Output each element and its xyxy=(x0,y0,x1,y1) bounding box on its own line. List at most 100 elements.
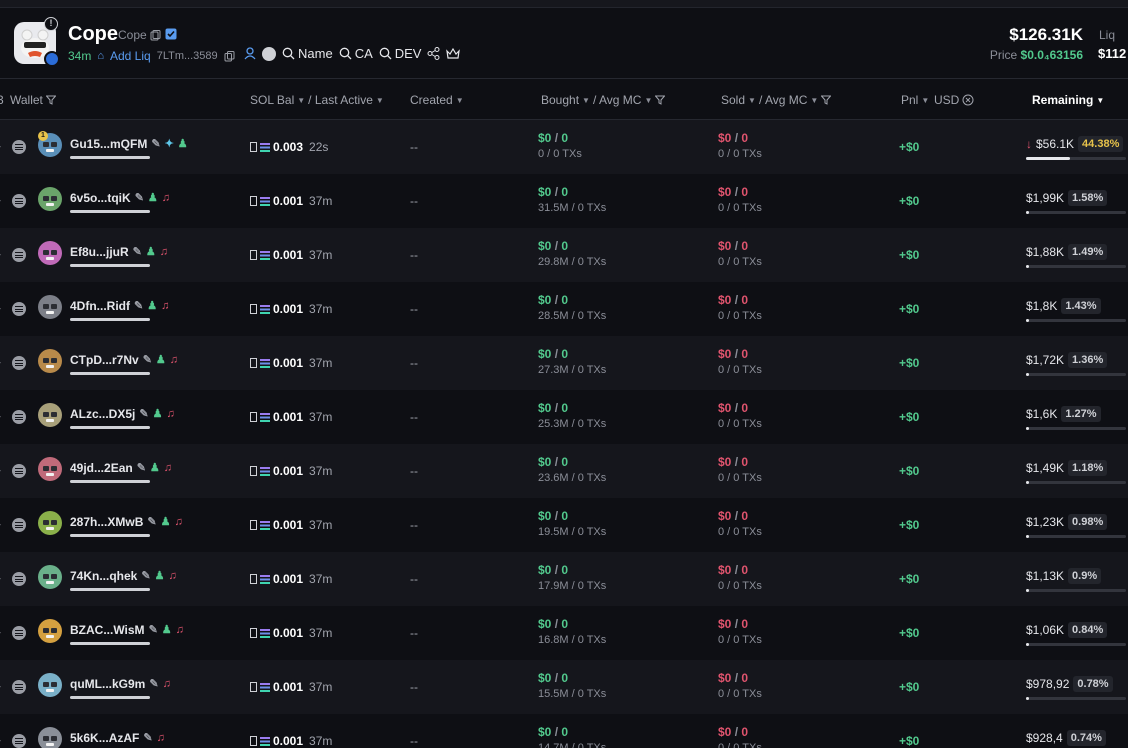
col-sol-bal[interactable]: SOL Bal ▼ / Last Active ▼ xyxy=(250,93,384,107)
wallet-cell[interactable]: quML...kG9m ✎ ♫ xyxy=(70,677,171,691)
wallet-cell[interactable]: 6v5o...tqiK ✎ ♟ ♫ xyxy=(70,191,170,205)
expand-icon[interactable]: › xyxy=(0,571,1,585)
user-add-icon[interactable]: ♟ xyxy=(153,408,163,420)
edit-icon[interactable]: ✎ xyxy=(149,624,158,636)
search-dev-button[interactable]: DEV xyxy=(379,46,421,61)
user-add-icon[interactable]: ♟ xyxy=(150,462,160,474)
wallet-cell[interactable]: 4Dfn...Ridf ✎ ♟ ♫ xyxy=(70,299,169,313)
edit-icon[interactable]: ✎ xyxy=(135,192,144,204)
expand-icon[interactable]: › xyxy=(0,733,1,747)
share-icon[interactable] xyxy=(427,47,440,60)
col-avg-mc-label[interactable]: / Avg MC xyxy=(759,93,807,107)
user-add-icon[interactable]: ♟ xyxy=(155,570,165,582)
wallet-address[interactable]: ALzc...DX5j xyxy=(70,407,135,421)
edit-icon[interactable]: ✎ xyxy=(149,678,158,690)
wallet-address[interactable]: quML...kG9m xyxy=(70,677,145,691)
expand-icon[interactable]: › xyxy=(0,301,1,315)
avatar[interactable] xyxy=(38,511,62,535)
warning-icon[interactable]: ! xyxy=(44,17,58,31)
avatar[interactable] xyxy=(38,619,62,643)
platform-icon[interactable] xyxy=(262,46,276,61)
avatar[interactable] xyxy=(38,673,62,697)
col-avg-mc-label[interactable]: / Avg MC xyxy=(593,93,641,107)
expand-icon[interactable]: › xyxy=(0,355,1,369)
wallet-address[interactable]: 49jd...2Ean xyxy=(70,461,133,475)
copy-address-icon[interactable] xyxy=(224,50,235,62)
menu-icon[interactable] xyxy=(12,410,26,424)
table-row[interactable]: ›BZAC...WisM✎♟♫0.00137m--$0 / 016.8M / 0… xyxy=(0,606,1128,660)
table-row[interactable]: ›ALzc...DX5j✎♟♫0.00137m--$0 / 025.3M / 0… xyxy=(0,390,1128,444)
filter-icon[interactable] xyxy=(655,95,666,105)
add-liq-link[interactable]: Add Liq xyxy=(110,49,151,63)
col-created[interactable]: Created ▼ xyxy=(410,93,464,107)
menu-icon[interactable] xyxy=(12,734,26,748)
menu-icon[interactable] xyxy=(12,194,26,208)
edit-icon[interactable]: ✎ xyxy=(134,300,143,312)
wallet-address[interactable]: BZAC...WisM xyxy=(70,623,145,637)
menu-icon[interactable] xyxy=(12,680,26,694)
avatar[interactable] xyxy=(38,295,62,319)
menu-icon[interactable] xyxy=(12,518,26,532)
edit-icon[interactable]: ✎ xyxy=(133,246,142,258)
table-row[interactable]: ›49jd...2Ean✎♟♫0.00137m--$0 / 023.6M / 0… xyxy=(0,444,1128,498)
table-row[interactable]: ›Ef8u...jjuR✎♟♫0.00137m--$0 / 029.8M / 0… xyxy=(0,228,1128,282)
expand-icon[interactable]: › xyxy=(0,625,1,639)
menu-icon[interactable] xyxy=(12,572,26,586)
wallet-cell[interactable]: BZAC...WisM ✎ ♟ ♫ xyxy=(70,623,184,637)
expand-icon[interactable]: › xyxy=(0,463,1,477)
edit-icon[interactable]: ✎ xyxy=(143,354,152,366)
expand-icon[interactable]: › xyxy=(0,409,1,423)
table-row[interactable]: ›4Dfn...Ridf✎♟♫0.00137m--$0 / 028.5M / 0… xyxy=(0,282,1128,336)
filter-icon[interactable] xyxy=(45,95,56,105)
edit-icon[interactable]: ✎ xyxy=(143,732,152,744)
table-row[interactable]: ›74Kn...qhek✎♟♫0.00137m--$0 / 017.9M / 0… xyxy=(0,552,1128,606)
edit-icon[interactable]: ✎ xyxy=(141,570,150,582)
wallet-cell[interactable]: Gu15...mQFM ✎ ✦ ♟ xyxy=(70,137,188,151)
table-row[interactable]: ›CTpD...r7Nv✎♟♫0.00137m--$0 / 027.3M / 0… xyxy=(0,336,1128,390)
wallet-address[interactable]: CTpD...r7Nv xyxy=(70,353,139,367)
table-row[interactable]: ›6v5o...tqiK✎♟♫0.00137m--$0 / 031.5M / 0… xyxy=(0,174,1128,228)
col-usd-toggle[interactable]: USD xyxy=(934,93,974,107)
wallet-cell[interactable]: 49jd...2Ean ✎ ♟ ♫ xyxy=(70,461,172,475)
col-sold[interactable]: Sold ▼ / Avg MC ▼ xyxy=(721,93,832,107)
menu-icon[interactable] xyxy=(12,356,26,370)
search-ca-button[interactable]: CA xyxy=(339,46,373,61)
wallet-cell[interactable]: Ef8u...jjuR ✎ ♟ ♫ xyxy=(70,245,168,259)
search-name-button[interactable]: Name xyxy=(282,46,333,61)
edit-icon[interactable]: ✎ xyxy=(139,408,148,420)
avatar[interactable] xyxy=(38,241,62,265)
wallet-address[interactable]: Ef8u...jjuR xyxy=(70,245,129,259)
copy-name-icon[interactable] xyxy=(150,30,161,41)
expand-icon[interactable]: › xyxy=(0,679,1,693)
avatar[interactable] xyxy=(38,565,62,589)
user-icon[interactable] xyxy=(244,47,256,60)
wallet-address[interactable]: 6v5o...tqiK xyxy=(70,191,131,205)
avatar[interactable] xyxy=(38,403,62,427)
filter-icon[interactable] xyxy=(821,95,832,105)
wallet-cell[interactable]: 5k6K...AzAF ✎ ♫ xyxy=(70,731,165,745)
menu-icon[interactable] xyxy=(12,626,26,640)
menu-icon[interactable] xyxy=(12,140,26,154)
edit-icon[interactable]: ✎ xyxy=(151,138,160,150)
menu-icon[interactable] xyxy=(12,248,26,262)
wallet-address[interactable]: 4Dfn...Ridf xyxy=(70,299,130,313)
user-add-icon[interactable]: ♟ xyxy=(161,516,171,528)
user-add-icon[interactable]: ♟ xyxy=(156,354,166,366)
table-row[interactable]: ›287h...XMwB✎♟♫0.00137m--$0 / 019.5M / 0… xyxy=(0,498,1128,552)
wallet-address[interactable]: Gu15...mQFM xyxy=(70,137,147,151)
expand-icon[interactable]: › xyxy=(0,247,1,261)
user-add-icon[interactable]: ♟ xyxy=(148,192,158,204)
user-add-icon[interactable]: ♟ xyxy=(147,300,157,312)
col-last-active-label[interactable]: / Last Active xyxy=(308,93,373,107)
wallet-cell[interactable]: 74Kn...qhek ✎ ♟ ♫ xyxy=(70,569,177,583)
crown-icon[interactable] xyxy=(446,47,461,60)
table-row[interactable]: ›1Gu15...mQFM✎✦♟0.00322s--$0 / 00 / 0 TX… xyxy=(0,120,1128,174)
expand-icon[interactable]: › xyxy=(0,193,1,207)
user-add-icon[interactable]: ♟ xyxy=(162,624,172,636)
avatar[interactable] xyxy=(38,727,62,748)
user-add-icon[interactable]: ♟ xyxy=(178,138,188,150)
avatar[interactable] xyxy=(38,457,62,481)
wallet-address[interactable]: 74Kn...qhek xyxy=(70,569,137,583)
edit-icon[interactable]: ✎ xyxy=(137,462,146,474)
table-row[interactable]: ›5k6K...AzAF✎♫0.00137m--$0 / 014.7M / 0 … xyxy=(0,714,1128,748)
